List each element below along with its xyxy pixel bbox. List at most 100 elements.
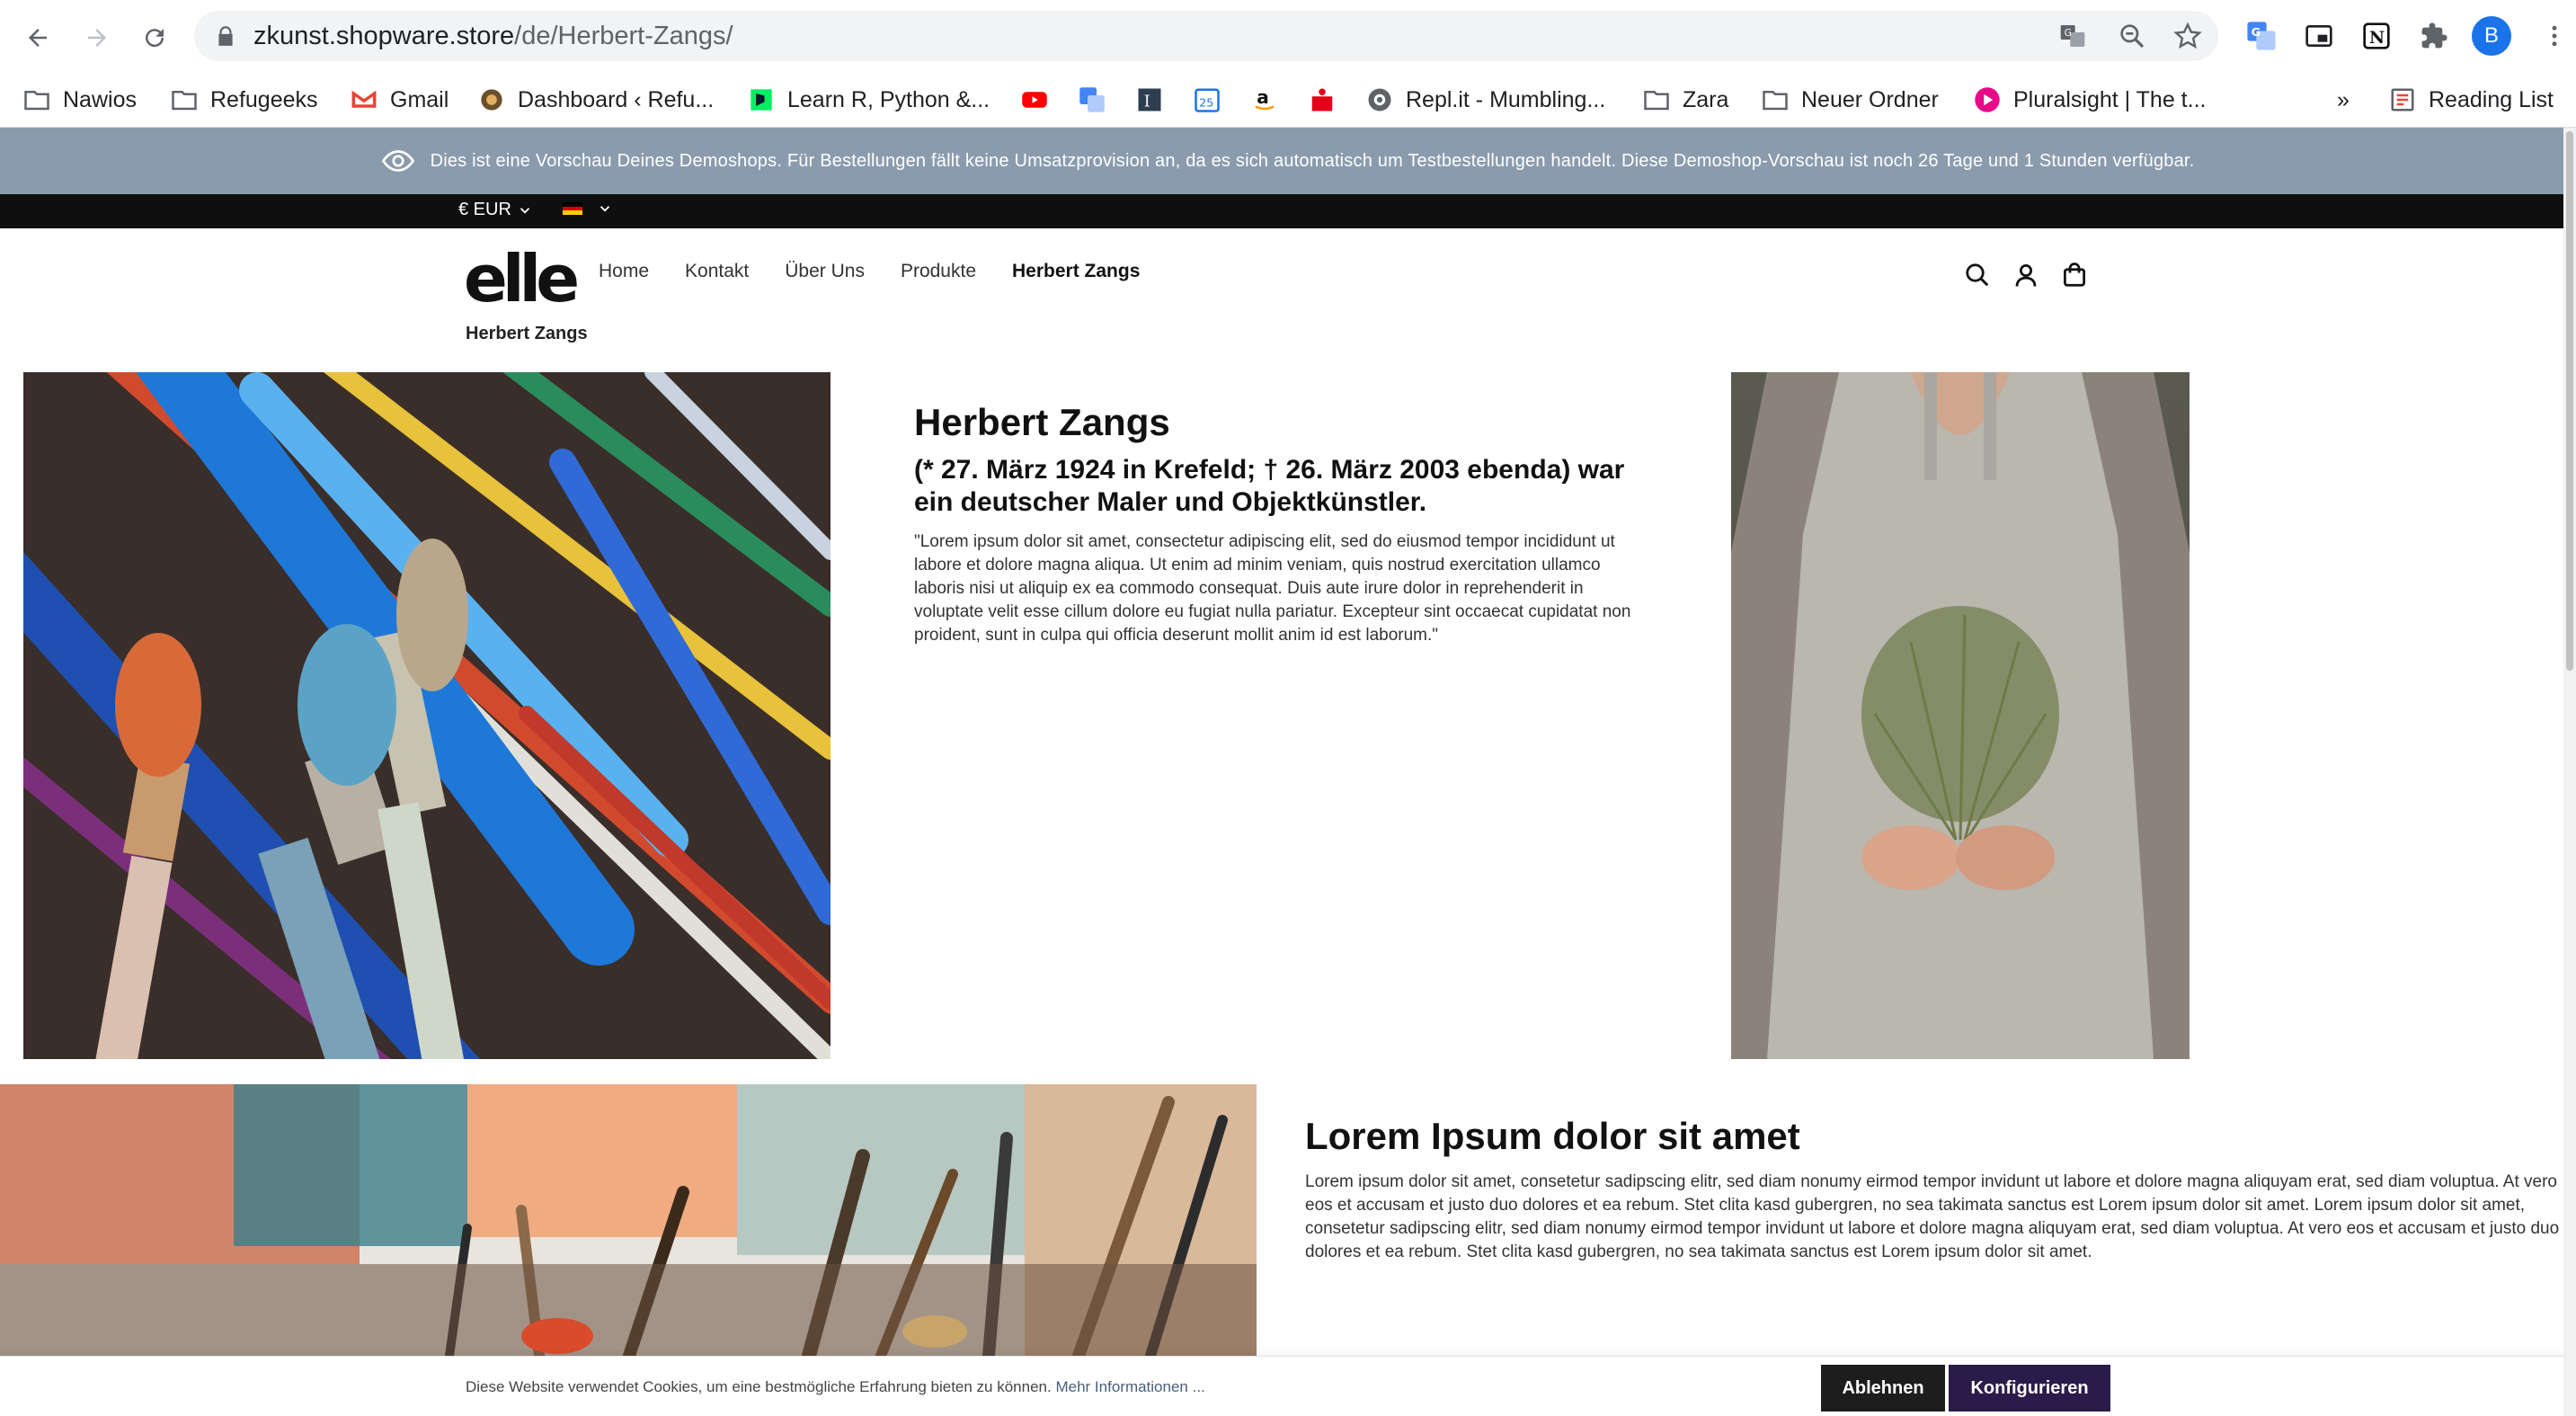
calendar-icon: 25 [1194, 86, 1221, 113]
translate-icon[interactable]: G [2058, 22, 2087, 50]
artist-studio-image [0, 1084, 1257, 1356]
nav-item-produkte[interactable]: Produkte [901, 261, 976, 282]
star-icon[interactable] [2173, 22, 2202, 50]
bio-subheading: (* 27. März 1924 in Krefeld; † 26. März … [914, 455, 1625, 517]
google-translate-extension-icon[interactable]: G [2243, 18, 2279, 54]
breadcrumb[interactable]: Herbert Zangs [466, 324, 588, 344]
cart-button[interactable] [2060, 261, 2089, 289]
header-actions [1963, 261, 2089, 289]
german-flag-icon [563, 202, 582, 216]
reading-list-icon [2389, 86, 2416, 113]
nav-item-herbert-zangs[interactable]: Herbert Zangs [1012, 261, 1140, 282]
reading-list-label: Reading List [2429, 86, 2554, 112]
extensions-puzzle-icon[interactable] [2416, 18, 2452, 54]
reload-button[interactable] [135, 18, 174, 58]
bookmark-notion[interactable]: I [1136, 72, 1163, 128]
notion-icon: I [1136, 86, 1163, 113]
address-bar[interactable]: zkunst.shopware.store/de/Herbert-Zangs/ … [194, 11, 2218, 61]
currency-selector[interactable]: € EUR [458, 200, 533, 220]
shop-logo[interactable]: elle [464, 243, 580, 315]
svg-text:I: I [1144, 94, 1150, 111]
svg-text:25: 25 [1199, 96, 1213, 110]
decline-button[interactable]: Ablehnen [1821, 1365, 1945, 1412]
notion-extension-icon[interactable]: N [2358, 18, 2394, 54]
reading-list-button[interactable]: Reading List [2389, 72, 2554, 128]
language-selector[interactable] [563, 200, 613, 217]
folder-icon [171, 86, 198, 113]
pluralsight-icon [1974, 86, 2001, 113]
bookmark-refugeeks[interactable]: Refugeeks [171, 72, 318, 128]
currency-label: € EUR [458, 200, 511, 219]
section-heading: Lorem Ipsum dolor sit amet [1305, 1115, 1800, 1157]
eye-icon [381, 150, 414, 172]
zoom-icon[interactable] [2118, 22, 2146, 50]
overflow-chevron: » [2337, 86, 2349, 112]
folder-icon [1643, 86, 1670, 113]
account-button[interactable] [2012, 261, 2040, 289]
bookmarks-bar: Nawios Refugeeks Gmail Dashboard ‹ Refu.… [0, 72, 2576, 128]
svg-text:G: G [2252, 26, 2261, 40]
configure-button[interactable]: Konfigurieren [1949, 1365, 2110, 1412]
bookmark-youtube[interactable] [1021, 72, 1048, 128]
reload-icon [146, 29, 164, 48]
nav-item-kontakt[interactable]: Kontakt [685, 261, 749, 282]
chevron-down-icon [600, 206, 610, 212]
sparkasse-icon [1309, 86, 1336, 113]
bio-heading: Herbert Zangs [914, 401, 1170, 443]
bookmark-datacamp[interactable]: Learn R, Python &... [748, 72, 990, 128]
bookmark-nawios[interactable]: Nawios [23, 72, 137, 128]
bookmark-label: Nawios [63, 86, 137, 112]
shopping-bag-icon [2064, 263, 2085, 287]
browser-toolbar: zkunst.shopware.store/de/Herbert-Zangs/ … [0, 0, 2576, 72]
bookmark-label: Neuer Ordner [1801, 86, 1939, 112]
svg-text:G: G [2065, 27, 2072, 39]
bookmark-label: Gmail [390, 86, 449, 112]
search-button[interactable] [1963, 261, 1992, 289]
more-info-link[interactable]: Mehr Informationen ... [1055, 1378, 1204, 1395]
arrow-left-icon [29, 29, 47, 47]
cookie-banner: Diese Website verwendet Cookies, um eine… [0, 1356, 2567, 1416]
bookmark-replit[interactable]: Repl.it - Mumbling... [1366, 72, 1605, 128]
bookmark-zara[interactable]: Zara [1643, 72, 1728, 128]
bookmark-label: Zara [1683, 86, 1729, 112]
replit-icon [1366, 86, 1393, 113]
profile-avatar[interactable]: B [2472, 16, 2511, 56]
bookmark-translate[interactable] [1079, 72, 1106, 128]
forward-button[interactable] [77, 18, 117, 58]
url-host: zkunst.shopware.store [253, 22, 515, 50]
cookie-text: Diese Website verwendet Cookies, um eine… [466, 1378, 1052, 1395]
bookmark-amazon[interactable]: a [1251, 72, 1278, 128]
lock-icon [218, 26, 233, 46]
bookmark-label: Dashboard ‹ Refu... [518, 86, 715, 112]
bookmark-label: Repl.it - Mumbling... [1406, 86, 1606, 112]
bookmark-dashboard[interactable]: Dashboard ‹ Refu... [478, 72, 714, 128]
arrow-right-icon [88, 29, 106, 47]
bio-paragraph: "Lorem ipsum dolor sit amet, consectetur… [914, 532, 1631, 645]
translate-icon [1079, 86, 1106, 113]
kebab-menu-icon[interactable] [2536, 18, 2572, 54]
bookmarks-overflow-button[interactable]: » [2337, 72, 2349, 128]
bookmark-label: Learn R, Python &... [787, 86, 990, 112]
bookmark-neuer-ordner[interactable]: Neuer Ordner [1762, 72, 1939, 128]
user-icon [2015, 264, 2037, 287]
svg-text:a: a [1257, 86, 1269, 108]
back-button[interactable] [18, 18, 58, 58]
picture-in-picture-icon[interactable] [2301, 18, 2337, 54]
bookmark-sparkasse[interactable] [1309, 72, 1336, 128]
apron-herbs-image [1731, 372, 2190, 1059]
bookmark-pluralsight[interactable]: Pluralsight | The t... [1974, 72, 2206, 128]
scroll-thumb[interactable] [2566, 131, 2573, 671]
amazon-icon: a [1251, 86, 1278, 113]
bookmark-gmail[interactable]: Gmail [351, 72, 449, 128]
bookmark-calendar[interactable]: 25 [1194, 72, 1221, 128]
search-icon [1966, 263, 1989, 287]
nav-item-ueber-uns[interactable]: Über Uns [785, 261, 865, 282]
main-navigation: Home Kontakt Über Uns Produkte Herbert Z… [599, 261, 1140, 282]
folder-icon [23, 86, 50, 113]
page-scrollbar[interactable] [2563, 128, 2576, 1416]
folder-icon [1762, 86, 1789, 113]
nav-item-home[interactable]: Home [599, 261, 649, 282]
browser-chrome: zkunst.shopware.store/de/Herbert-Zangs/ … [0, 0, 2576, 128]
bookmark-label: Refugeeks [210, 86, 318, 112]
gmail-icon [351, 86, 378, 113]
